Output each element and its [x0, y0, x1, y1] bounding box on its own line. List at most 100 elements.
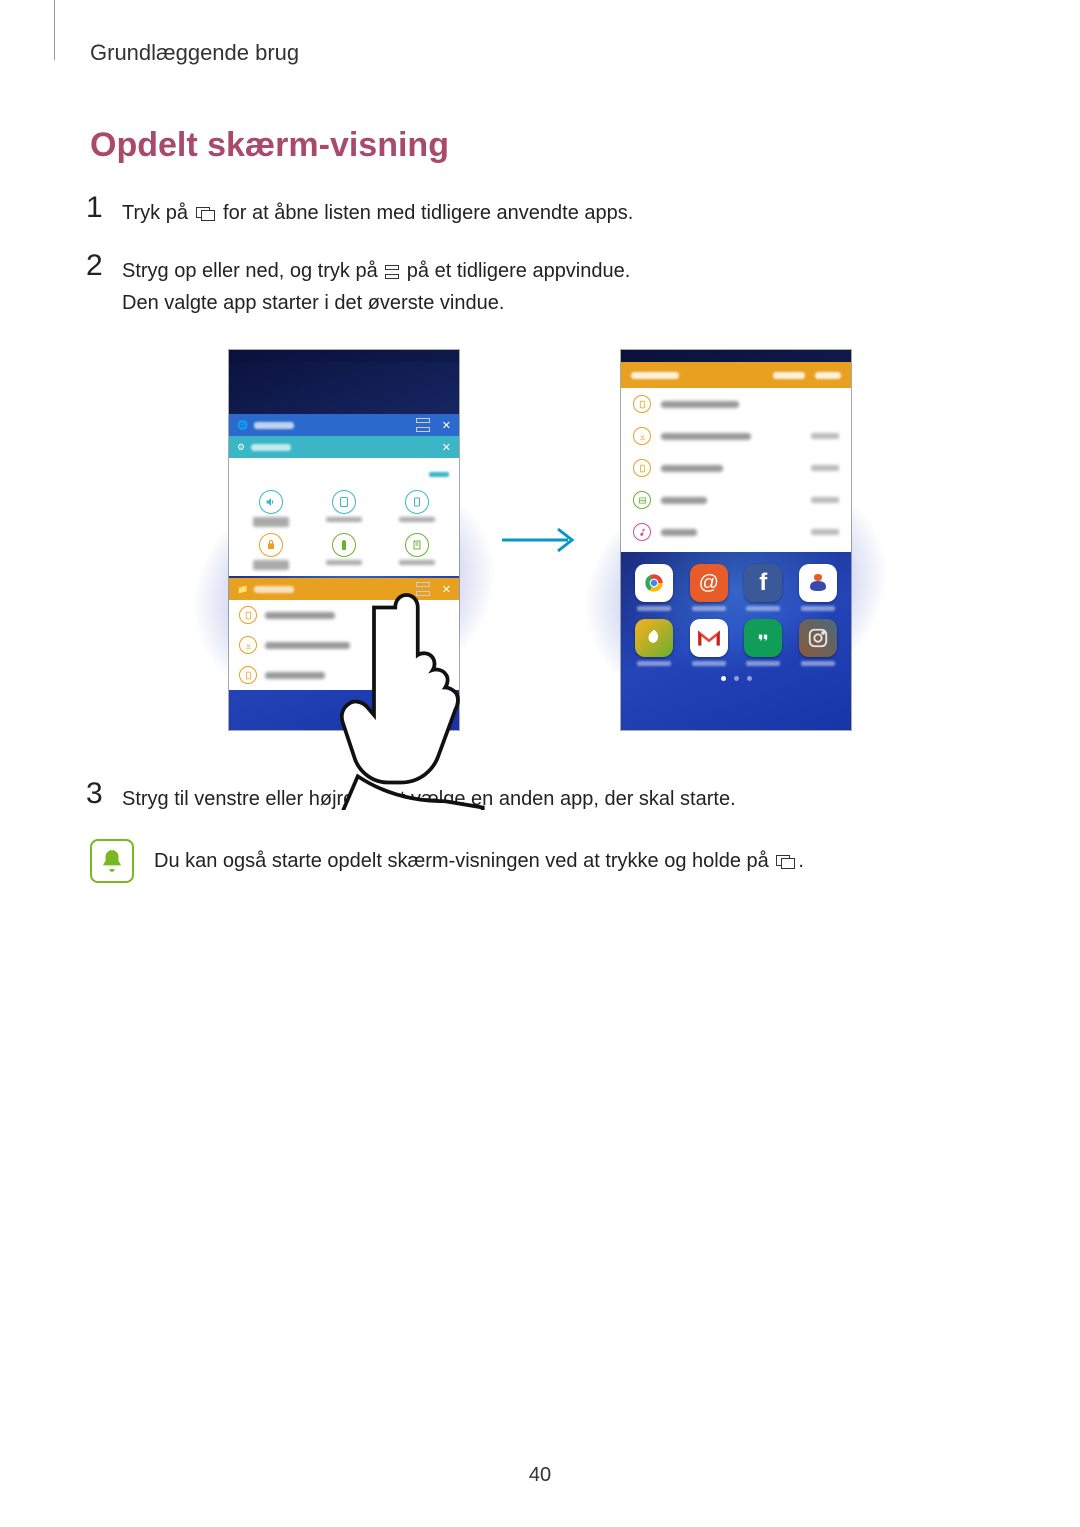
pager-dot: [721, 676, 726, 681]
download-icon: [239, 636, 257, 654]
samsung-apps-icon: [799, 564, 837, 602]
note-text: Du kan også starte opdelt skærm-visninge…: [154, 839, 804, 877]
split-top-app: [621, 362, 851, 552]
instagram-icon: [799, 619, 837, 657]
gear-icon: ⚙: [237, 442, 245, 453]
app-label: [637, 661, 671, 666]
manual-icon: [405, 533, 429, 557]
hangouts-icon: [744, 619, 782, 657]
battery-icon: [332, 533, 356, 557]
file-size: [811, 497, 839, 503]
globe-icon: 🌐: [237, 420, 248, 431]
split-bottom-home: @ f: [621, 552, 851, 687]
recent-card-settings: ⚙ ✕: [229, 436, 459, 576]
display-icon: [332, 490, 356, 514]
note: Du kan også starte opdelt skærm-visninge…: [90, 839, 1000, 883]
lock-icon: [259, 533, 283, 557]
file-item: [661, 465, 723, 472]
margin-rule: [54, 0, 55, 60]
page-indicator: [629, 676, 843, 681]
settings-label: [399, 560, 435, 565]
file-size: [811, 433, 839, 439]
storage-icon: [633, 395, 651, 413]
app-label: [692, 661, 726, 666]
document-icon: [633, 459, 651, 477]
download-icon: [633, 427, 651, 445]
app-label: [637, 606, 671, 611]
pager-dot: [734, 676, 739, 681]
recent-card-internet: 🌐 ✕: [229, 414, 459, 436]
step-3-text: Stryg til venstre eller højre for at væl…: [122, 781, 1000, 815]
pager-dot: [747, 676, 752, 681]
split-view-icon: [385, 265, 399, 279]
phone-before: 🌐 ✕ ⚙ ✕: [228, 349, 460, 731]
storage-icon: [239, 606, 257, 624]
files-action: [815, 372, 841, 379]
step-number-1: 1: [86, 193, 122, 223]
file-item: [265, 672, 325, 679]
phone-after: @ f: [620, 349, 852, 731]
step-2-pre: Stryg op eller ned, og tryk på: [122, 260, 383, 282]
step-2-mid: på et tidligere appvindue.: [401, 260, 630, 282]
close-icon: ✕: [442, 441, 451, 454]
settings-edit: [429, 472, 449, 477]
file-item: [661, 433, 751, 440]
settings-label: [253, 560, 289, 570]
note-post: .: [798, 850, 804, 872]
settings-label: [326, 560, 362, 565]
gmail-icon: [690, 619, 728, 657]
step-1-post: for at åbne listen med tidligere anvendt…: [218, 202, 634, 224]
recent-apps-icon: [776, 855, 796, 869]
card-title-files: [254, 586, 294, 593]
file-item: [265, 612, 335, 619]
step-number-3: 3: [86, 779, 122, 809]
card-title-settings: [251, 444, 291, 451]
step-2-text: Stryg op eller ned, og tryk på på et tid…: [122, 253, 1000, 319]
illustration: 🌐 ✕ ⚙ ✕: [80, 349, 1000, 731]
page-title: Opdelt skærm-visning: [90, 126, 1000, 165]
hand-pointer-icon: [339, 580, 489, 810]
app-label: [692, 606, 726, 611]
file-size: [811, 529, 839, 535]
document-icon: [239, 666, 257, 684]
audio-icon: [633, 523, 651, 541]
step-1-pre: Tryk på: [122, 202, 194, 224]
split-view-icon: [416, 418, 430, 432]
settings-label: [253, 517, 289, 527]
step-1: 1 Tryk på for at åbne listen med tidlige…: [86, 195, 1000, 229]
file-item: [661, 401, 739, 408]
step-2: 2 Stryg op eller ned, og tryk på på et t…: [86, 253, 1000, 319]
folder-icon: 📁: [237, 584, 248, 595]
step-number-2: 2: [86, 251, 122, 281]
file-item: [661, 497, 707, 504]
note-bell-icon: [90, 839, 134, 883]
note-pre: Du kan også starte opdelt skærm-visninge…: [154, 850, 774, 872]
step-1-text: Tryk på for at åbne listen med tidligere…: [122, 195, 1000, 229]
images-icon: [633, 491, 651, 509]
card-title-internet: [254, 422, 294, 429]
page-number: 40: [0, 1464, 1080, 1487]
settings-label: [399, 517, 435, 522]
email-icon: @: [690, 564, 728, 602]
app-label: [746, 661, 780, 666]
files-title: [631, 372, 679, 379]
file-size: [811, 465, 839, 471]
status-bar: [621, 350, 851, 362]
facebook-icon: f: [744, 564, 782, 602]
section-header: Grundlæggende brug: [90, 40, 1000, 66]
file-item: [661, 529, 697, 536]
settings-label: [326, 517, 362, 522]
files-action: [773, 372, 805, 379]
step-3: 3 Stryg til venstre eller højre for at v…: [86, 781, 1000, 815]
gallery-icon: [635, 619, 673, 657]
app-label: [801, 606, 835, 611]
sound-icon: [259, 490, 283, 514]
recent-apps-icon: [196, 207, 216, 221]
app-label: [746, 606, 780, 611]
step-2-line2: Den valgte app starter i det øverste vin…: [122, 292, 504, 314]
status-bar: [229, 350, 459, 362]
app-label: [801, 661, 835, 666]
close-icon: ✕: [442, 419, 451, 432]
edge-icon: [405, 490, 429, 514]
file-item: [265, 642, 350, 649]
